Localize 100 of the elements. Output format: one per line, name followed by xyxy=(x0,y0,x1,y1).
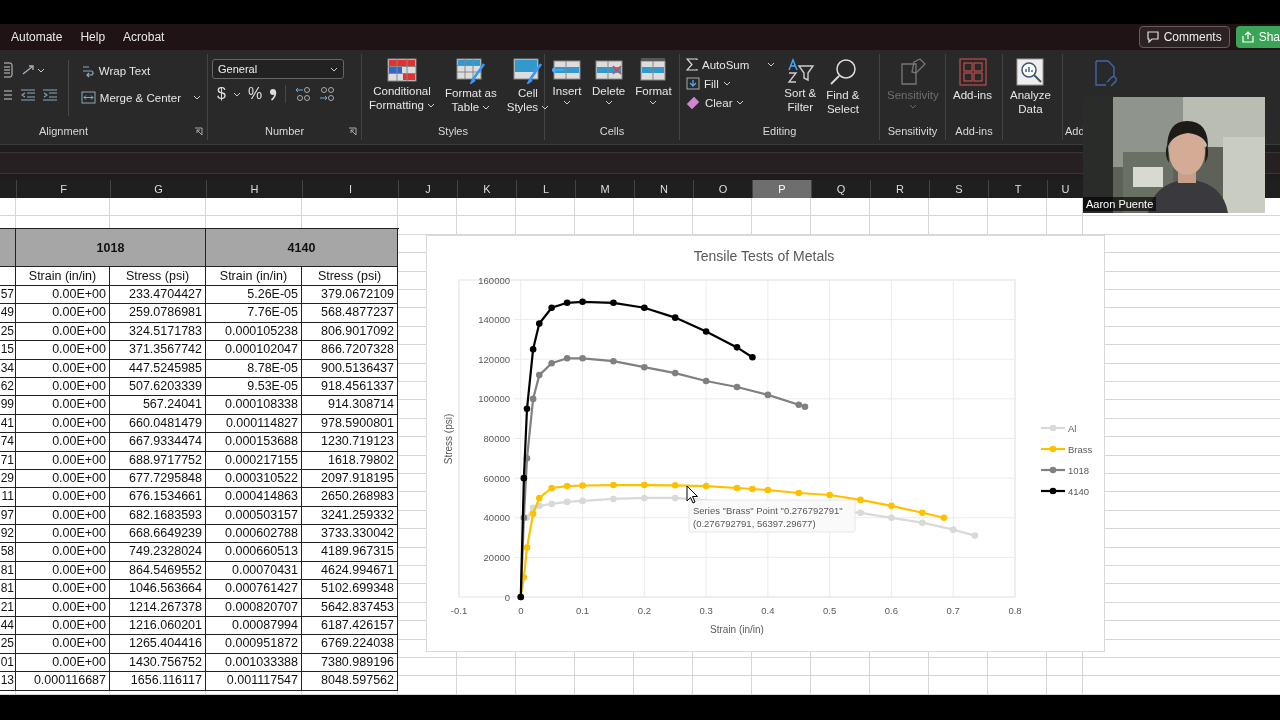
participant-name: Aaron Puente xyxy=(1083,197,1157,211)
autosum-button[interactable]: AutoSum xyxy=(684,56,778,73)
table-cell: 99 xyxy=(0,396,16,415)
legend-label: 1018 xyxy=(1068,465,1090,476)
y-tick-label: 160000 xyxy=(478,274,510,286)
table-cell: 0.000116687 xyxy=(16,672,110,691)
x-tick-label: 0.1 xyxy=(575,605,590,616)
table-cell: 0.00E+00 xyxy=(16,543,110,562)
group-label: Alignment xyxy=(39,125,88,137)
table-cell: 1216.060201 xyxy=(110,617,206,636)
tooltip: Series "Brass" Point "0.276792791" (0.276792791, 56397.29677) xyxy=(688,499,856,533)
table-cell: 379.0672109 xyxy=(302,286,398,305)
table-cell: 0.000761427 xyxy=(206,580,302,599)
table-cell: 567.24041 xyxy=(110,396,206,415)
table-cell: 1230.719123 xyxy=(302,433,398,452)
styles-button[interactable]: Conditional Formatting xyxy=(366,56,438,114)
table-cell: 8048.597562 xyxy=(302,672,398,691)
column-header: Strain (in/in) xyxy=(16,267,110,286)
table-cell: 4189.967315 xyxy=(302,543,398,562)
currency-button[interactable]: $ xyxy=(216,85,227,103)
table-cell: 568.4877237 xyxy=(302,304,398,323)
x-tick-label: 0.5 xyxy=(823,605,837,616)
wrap-text-button[interactable]: Wrap Text xyxy=(78,62,203,80)
y-tick-label: 120000 xyxy=(478,353,510,365)
x-tick-label: 0 xyxy=(518,605,524,616)
cells-button[interactable]: Delete xyxy=(589,56,629,107)
y-tick-label: 0 xyxy=(504,591,510,603)
x-tick-label: 0.7 xyxy=(946,605,960,616)
table-cell: 0.00E+00 xyxy=(16,304,110,323)
table-cell: 866.7207328 xyxy=(302,341,398,360)
table-cell: 749.2328024 xyxy=(110,543,206,562)
x-tick-label: 0.4 xyxy=(761,605,775,616)
table-cell: 0.000414863 xyxy=(206,488,302,507)
legend-label: 4140 xyxy=(1068,486,1090,497)
column-header[interactable]: P xyxy=(753,180,812,198)
analyze-data-button[interactable]: Analyze Data xyxy=(1007,56,1054,118)
table-cell: 0.00087994 xyxy=(206,617,302,636)
column-header: Stress (psi) xyxy=(110,267,206,286)
table-cell: 57 xyxy=(0,286,16,305)
x-tick-label: 0.8 xyxy=(1008,605,1022,616)
table-cell: 7.76E-05 xyxy=(206,304,302,323)
x-tick-label: 0.6 xyxy=(884,605,899,616)
table-cell: 0.00E+00 xyxy=(16,580,110,599)
table-cell: 6187.426157 xyxy=(302,617,398,636)
table-cell: 3733.330042 xyxy=(302,525,398,544)
fill-button[interactable]: Fill xyxy=(684,75,778,92)
number-format-dropdown[interactable]: General xyxy=(212,59,344,79)
table-cell: 0.00E+00 xyxy=(16,341,110,360)
table-cell: 49 xyxy=(0,304,16,323)
table-cell: 0.00E+00 xyxy=(16,635,110,654)
group-label: Number xyxy=(264,125,305,137)
table-cell: 0.000108338 xyxy=(206,396,302,415)
table-cell: 6769.224038 xyxy=(302,635,398,654)
table-cell: 0.00E+00 xyxy=(16,525,110,544)
styles-button[interactable]: Format as Table xyxy=(441,56,500,116)
merge-center-button[interactable]: Merge & Center xyxy=(78,89,203,106)
group-label: Add-ins xyxy=(955,125,993,137)
table-cell: 259.0786981 xyxy=(110,304,206,323)
table-cell: 668.6649239 xyxy=(110,525,206,544)
legend-label: Al xyxy=(1068,423,1077,434)
table-cell: 92 xyxy=(0,525,16,544)
find-select-button[interactable]: Find & Select xyxy=(823,56,863,118)
table-cell: 13 xyxy=(0,672,16,691)
table-cell: 5.26E-05 xyxy=(206,286,302,305)
table-cell: 0.00E+00 xyxy=(16,433,110,452)
add-ins-button[interactable]: Add-ins xyxy=(950,56,995,104)
comments-button[interactable]: Comments xyxy=(1138,26,1230,48)
y-tick-label: 40000 xyxy=(483,512,510,524)
column-header: Stress (psi) xyxy=(302,267,398,286)
table-cell: 15 xyxy=(0,341,16,360)
table-cell: 0.00E+00 xyxy=(16,396,110,415)
table-cell: 58 xyxy=(0,543,16,562)
menu-tab[interactable]: Automate xyxy=(4,28,70,46)
table-cell: 371.3567742 xyxy=(110,341,206,360)
cells-button[interactable]: Format xyxy=(632,56,675,107)
menu-tab[interactable]: Help xyxy=(73,28,113,46)
group-header: 1018 xyxy=(16,229,206,267)
sort-filter-button[interactable]: Sort & Filter xyxy=(781,56,820,116)
table-cell: 11 xyxy=(0,488,16,507)
table-cell: 74 xyxy=(0,433,16,452)
table-cell: 0.000153688 xyxy=(206,433,302,452)
x-tick-label: -0.1 xyxy=(450,605,468,616)
percent-button[interactable]: % xyxy=(246,85,264,103)
y-tick-label: 60000 xyxy=(483,472,510,484)
table-cell: 233.4704427 xyxy=(110,286,206,305)
table-cell: 0.001117547 xyxy=(206,672,302,691)
clear-button[interactable]: Clear xyxy=(684,94,778,111)
table-cell: 0.00E+00 xyxy=(16,617,110,636)
x-axis-title: Strain (in/in) xyxy=(710,624,764,635)
table-cell: 0.00E+00 xyxy=(16,488,110,507)
table-cell: 0.000660513 xyxy=(206,543,302,562)
x-tick-label: 0.2 xyxy=(637,605,651,616)
column-header: Strain (in/in) xyxy=(206,267,302,286)
table-cell: 0.00E+00 xyxy=(16,286,110,305)
table-cell: 1046.563664 xyxy=(110,580,206,599)
table-cell: 676.1534661 xyxy=(110,488,206,507)
menu-tab[interactable]: Acrobat xyxy=(116,28,172,46)
group-label: Sensitivity xyxy=(887,125,938,137)
y-tick-label: 20000 xyxy=(483,551,510,563)
group-label: Cells xyxy=(599,125,625,137)
